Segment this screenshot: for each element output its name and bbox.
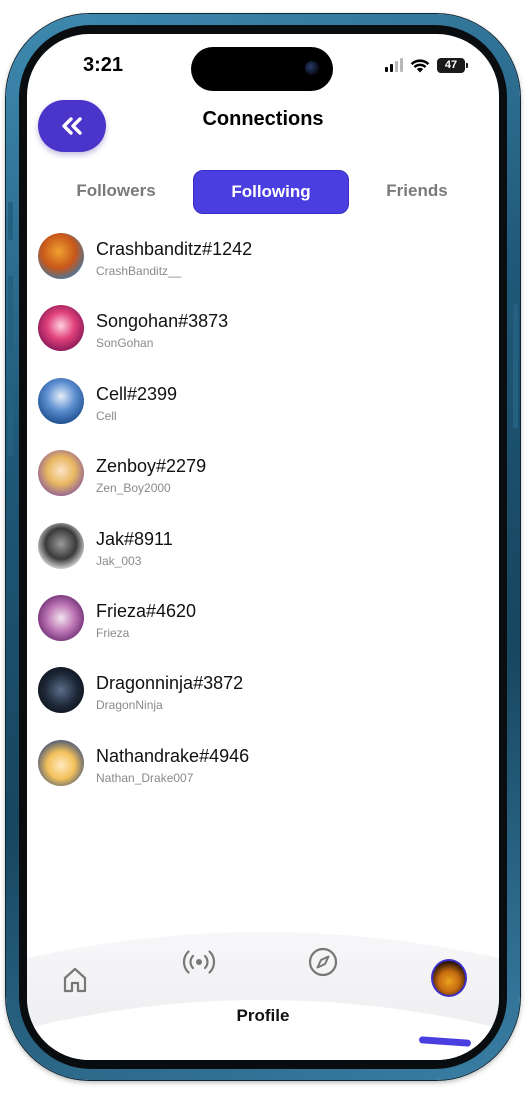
status-bar: 3:21 47 (27, 34, 499, 94)
avatar (38, 667, 84, 714)
profile-avatar (431, 959, 467, 997)
user-handle: Cell (96, 408, 117, 423)
avatar (38, 233, 84, 279)
screen: 3:21 47 Connections Followers Following … (27, 34, 499, 1060)
user-handle: Jak_003 (96, 553, 142, 568)
nav-active-label: Profile (236, 1006, 290, 1025)
list-item[interactable]: Frieza#4620 Frieza (27, 590, 499, 662)
avatar (38, 739, 84, 786)
phone-bezel: 3:21 47 Connections Followers Following … (19, 25, 507, 1069)
avatar (38, 377, 84, 424)
status-time: 3:21 (83, 54, 124, 76)
avatar (38, 522, 84, 569)
user-name: Cell#2399 (96, 383, 178, 404)
tab-following[interactable]: Following (193, 170, 349, 214)
list-item[interactable]: Nathandrake#4946 Nathan_Drake007 (27, 735, 499, 807)
user-name: Dragonninja#3872 (96, 673, 244, 694)
radar-icon (182, 950, 216, 974)
user-handle: Frieza (96, 625, 130, 640)
user-name: Jak#8911 (96, 528, 173, 549)
dynamic-island (191, 47, 333, 91)
nav-explore-button[interactable] (305, 944, 341, 980)
cellular-signal-icon (385, 58, 403, 72)
volume-up-button (8, 276, 13, 354)
user-handle: CrashBanditz__ (96, 264, 182, 278)
user-name: Frieza#4620 (96, 600, 197, 621)
list-item[interactable]: Crashbanditz#1242 CrashBanditz__ (27, 228, 499, 300)
compass-icon (308, 947, 338, 977)
battery-icon: 47 (437, 57, 468, 73)
list-item[interactable]: Jak#8911 Jak_003 (27, 518, 499, 590)
home-icon (63, 967, 87, 993)
list-item[interactable]: Cell#2399 Cell (27, 373, 499, 445)
power-button (513, 304, 518, 428)
user-handle: Nathan_Drake007 (96, 770, 194, 785)
bottom-nav: Profile (27, 930, 499, 1060)
wifi-icon (410, 58, 430, 72)
status-icons: 47 (385, 56, 468, 74)
user-name: Nathandrake#4946 (96, 745, 250, 766)
list-item[interactable]: Dragonninja#3872 DragonNinja (27, 662, 499, 734)
user-list: Crashbanditz#1242 CrashBanditz__ Songoha… (27, 228, 499, 807)
tab-friends[interactable]: Friends (363, 170, 471, 212)
volume-down-button (8, 378, 13, 456)
user-handle: Zen_Boy2000 (96, 481, 171, 496)
user-name: Zenboy#2279 (96, 456, 207, 477)
avatar (38, 305, 84, 352)
avatar (38, 594, 84, 641)
list-item[interactable]: Songohan#3873 SonGohan (27, 300, 499, 372)
camera-icon (305, 61, 319, 75)
list-item[interactable]: Zenboy#2279 Zen_Boy2000 (27, 445, 499, 517)
tab-bar: Followers Following Friends (27, 170, 499, 214)
user-name: Songohan#3873 (96, 311, 229, 332)
avatar (38, 450, 84, 497)
page-title: Connections (202, 108, 324, 130)
user-handle: SonGohan (96, 336, 154, 351)
action-button (8, 202, 13, 240)
phone-frame: 3:21 47 Connections Followers Following … (6, 14, 520, 1080)
user-handle: DragonNinja (96, 698, 163, 713)
user-name: Crashbanditz#1242 (96, 239, 253, 259)
nav-home-button[interactable] (57, 962, 93, 998)
tab-followers[interactable]: Followers (57, 170, 175, 212)
nav-live-button[interactable] (181, 944, 217, 980)
nav-profile-button[interactable] (431, 959, 467, 997)
